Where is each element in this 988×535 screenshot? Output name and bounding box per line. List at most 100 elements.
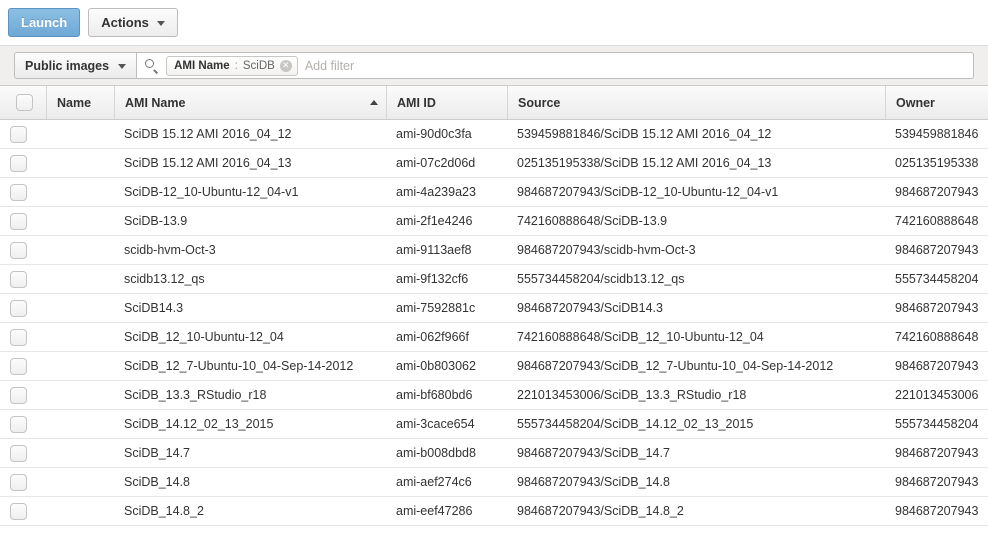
cell-owner: 539459881846: [885, 119, 988, 149]
cell-source: 984687207943/SciDB14.3: [507, 293, 885, 323]
cell-ami-name: SciDB_14.7: [114, 438, 386, 468]
table-row[interactable]: SciDB_14.7 ami-b008dbd8 984687207943/SciDB…: [0, 438, 988, 468]
cell-source: 984687207943/SciDB_14.8_2: [507, 496, 885, 526]
cell-ami-name: SciDB_12_10-Ubuntu-12_04: [114, 322, 386, 352]
row-checkbox[interactable]: [10, 386, 27, 404]
cell-source: 984687207943/scidb-hvm-Oct-3: [507, 235, 885, 265]
row-select-cell[interactable]: [0, 380, 46, 410]
row-select-cell[interactable]: [0, 438, 46, 468]
cell-name: [46, 322, 114, 352]
row-checkbox[interactable]: [10, 444, 27, 462]
cell-owner: 742160888648: [885, 206, 988, 236]
cell-name: [46, 148, 114, 178]
remove-filter-icon[interactable]: ✕: [279, 59, 292, 72]
select-all-checkbox[interactable]: [16, 94, 33, 111]
row-select-cell[interactable]: [0, 235, 46, 265]
row-select-cell[interactable]: [0, 177, 46, 207]
row-checkbox[interactable]: [10, 241, 27, 259]
actions-button-label: Actions: [101, 15, 149, 30]
row-checkbox[interactable]: [10, 502, 27, 520]
cell-source: 984687207943/SciDB_14.8: [507, 467, 885, 497]
table-row[interactable]: scidb-hvm-Oct-3 ami-9113aef8 984687207943/…: [0, 235, 988, 265]
row-select-cell[interactable]: [0, 119, 46, 149]
row-select-cell[interactable]: [0, 496, 46, 526]
cell-ami-name: SciDB_14.8: [114, 467, 386, 497]
row-checkbox[interactable]: [10, 357, 27, 375]
table-row[interactable]: SciDB_13.3_RStudio_r18 ami-bf680bd6 221013…: [0, 380, 988, 410]
cell-owner: 984687207943: [885, 438, 988, 468]
image-scope-dropdown[interactable]: Public images: [14, 52, 137, 79]
row-checkbox[interactable]: [10, 328, 27, 346]
table-row[interactable]: SciDB_12_7-Ubuntu-10_04-Sep-14-2012 ami-0…: [0, 351, 988, 381]
table-row[interactable]: SciDB_14.8_2 ami-eef47286 984687207943/Sci…: [0, 496, 988, 526]
table-row[interactable]: SciDB-12_10-Ubuntu-12_04-v1 ami-4a239a23 9…: [0, 177, 988, 207]
row-select-cell[interactable]: [0, 467, 46, 497]
cell-ami-id: ami-aef274c6: [386, 467, 507, 497]
header-row: Name AMI Name AMI ID Source Owner: [0, 86, 988, 120]
cell-ami-name: SciDB-13.9: [114, 206, 386, 236]
header-owner[interactable]: Owner: [885, 86, 988, 120]
cell-ami-id: ami-0b803062: [386, 351, 507, 381]
cell-owner: 555734458204: [885, 264, 988, 294]
table-row[interactable]: SciDB 15.12 AMI 2016_04_12 ami-90d0c3fa 53…: [0, 119, 988, 149]
cell-name: [46, 380, 114, 410]
row-checkbox[interactable]: [10, 270, 27, 288]
ami-table-body: SciDB 15.12 AMI 2016_04_12 ami-90d0c3fa 53…: [0, 119, 988, 526]
cell-ami-name: SciDB14.3: [114, 293, 386, 323]
row-select-cell[interactable]: [0, 322, 46, 352]
table-row[interactable]: SciDB_14.8 ami-aef274c6 984687207943/SciDB…: [0, 467, 988, 497]
add-filter-input[interactable]: [304, 55, 965, 76]
actions-button[interactable]: Actions: [88, 8, 178, 37]
row-select-cell[interactable]: [0, 351, 46, 381]
row-checkbox[interactable]: [10, 415, 27, 433]
cell-owner: 984687207943: [885, 235, 988, 265]
row-select-cell[interactable]: [0, 206, 46, 236]
chevron-down-icon: [118, 64, 127, 69]
cell-ami-id: ami-b008dbd8: [386, 438, 507, 468]
launch-button[interactable]: Launch: [8, 8, 81, 37]
cell-ami-name: SciDB_13.3_RStudio_r18: [114, 380, 386, 410]
table-row[interactable]: scidb13.12_qs ami-9f132cf6 555734458204/sc…: [0, 264, 988, 294]
row-select-cell[interactable]: [0, 409, 46, 439]
row-checkbox[interactable]: [10, 154, 27, 172]
row-checkbox[interactable]: [10, 473, 27, 491]
cell-ami-id: ami-9f132cf6: [386, 264, 507, 294]
chevron-down-icon: [156, 21, 165, 26]
table-row[interactable]: SciDB 15.12 AMI 2016_04_13 ami-07c2d06d 02…: [0, 148, 988, 178]
search-icon: [145, 58, 159, 73]
cell-owner: 984687207943: [885, 467, 988, 497]
header-source[interactable]: Source: [507, 86, 885, 120]
row-select-cell[interactable]: [0, 293, 46, 323]
filter-search-area[interactable]: AMI Name : SciDB ✕: [136, 52, 974, 79]
row-checkbox[interactable]: [10, 212, 27, 230]
cell-ami-name: SciDB_14.8_2: [114, 496, 386, 526]
cell-owner: 984687207943: [885, 496, 988, 526]
header-ami-name[interactable]: AMI Name: [114, 86, 386, 120]
cell-owner: 221013453006: [885, 380, 988, 410]
row-checkbox[interactable]: [10, 183, 27, 201]
cell-name: [46, 264, 114, 294]
table-row[interactable]: SciDB-13.9 ami-2f1e4246 742160888648/SciDB…: [0, 206, 988, 236]
row-select-cell[interactable]: [0, 148, 46, 178]
header-select-all[interactable]: [0, 86, 46, 120]
header-ami-id[interactable]: AMI ID: [386, 86, 507, 120]
row-checkbox[interactable]: [10, 125, 27, 143]
filter-bar: Public images AMI Name : SciDB ✕: [0, 46, 988, 86]
table-row[interactable]: SciDB_12_10-Ubuntu-12_04 ami-062f966f 7421…: [0, 322, 988, 352]
table-row[interactable]: SciDB14.3 ami-7592881c 984687207943/SciDB1…: [0, 293, 988, 323]
table-row[interactable]: SciDB_14.12_02_13_2015 ami-3cace654 555734…: [0, 409, 988, 439]
ami-table: Name AMI Name AMI ID Source Owner SciDB …: [0, 86, 988, 526]
cell-owner: 025135195338: [885, 148, 988, 178]
row-checkbox[interactable]: [10, 299, 27, 317]
row-select-cell[interactable]: [0, 264, 46, 294]
ami-table-header: Name AMI Name AMI ID Source Owner: [0, 86, 988, 120]
cell-ami-name: SciDB-12_10-Ubuntu-12_04-v1: [114, 177, 386, 207]
cell-ami-id: ami-9113aef8: [386, 235, 507, 265]
cell-source: 742160888648/SciDB_12_10-Ubuntu-12_04: [507, 322, 885, 352]
cell-source: 984687207943/SciDB-12_10-Ubuntu-12_04-v1: [507, 177, 885, 207]
cell-owner: 555734458204: [885, 409, 988, 439]
cell-source: 984687207943/SciDB_14.7: [507, 438, 885, 468]
header-source-label: Source: [518, 95, 561, 110]
header-owner-label: Owner: [896, 95, 935, 110]
header-name[interactable]: Name: [46, 86, 114, 120]
